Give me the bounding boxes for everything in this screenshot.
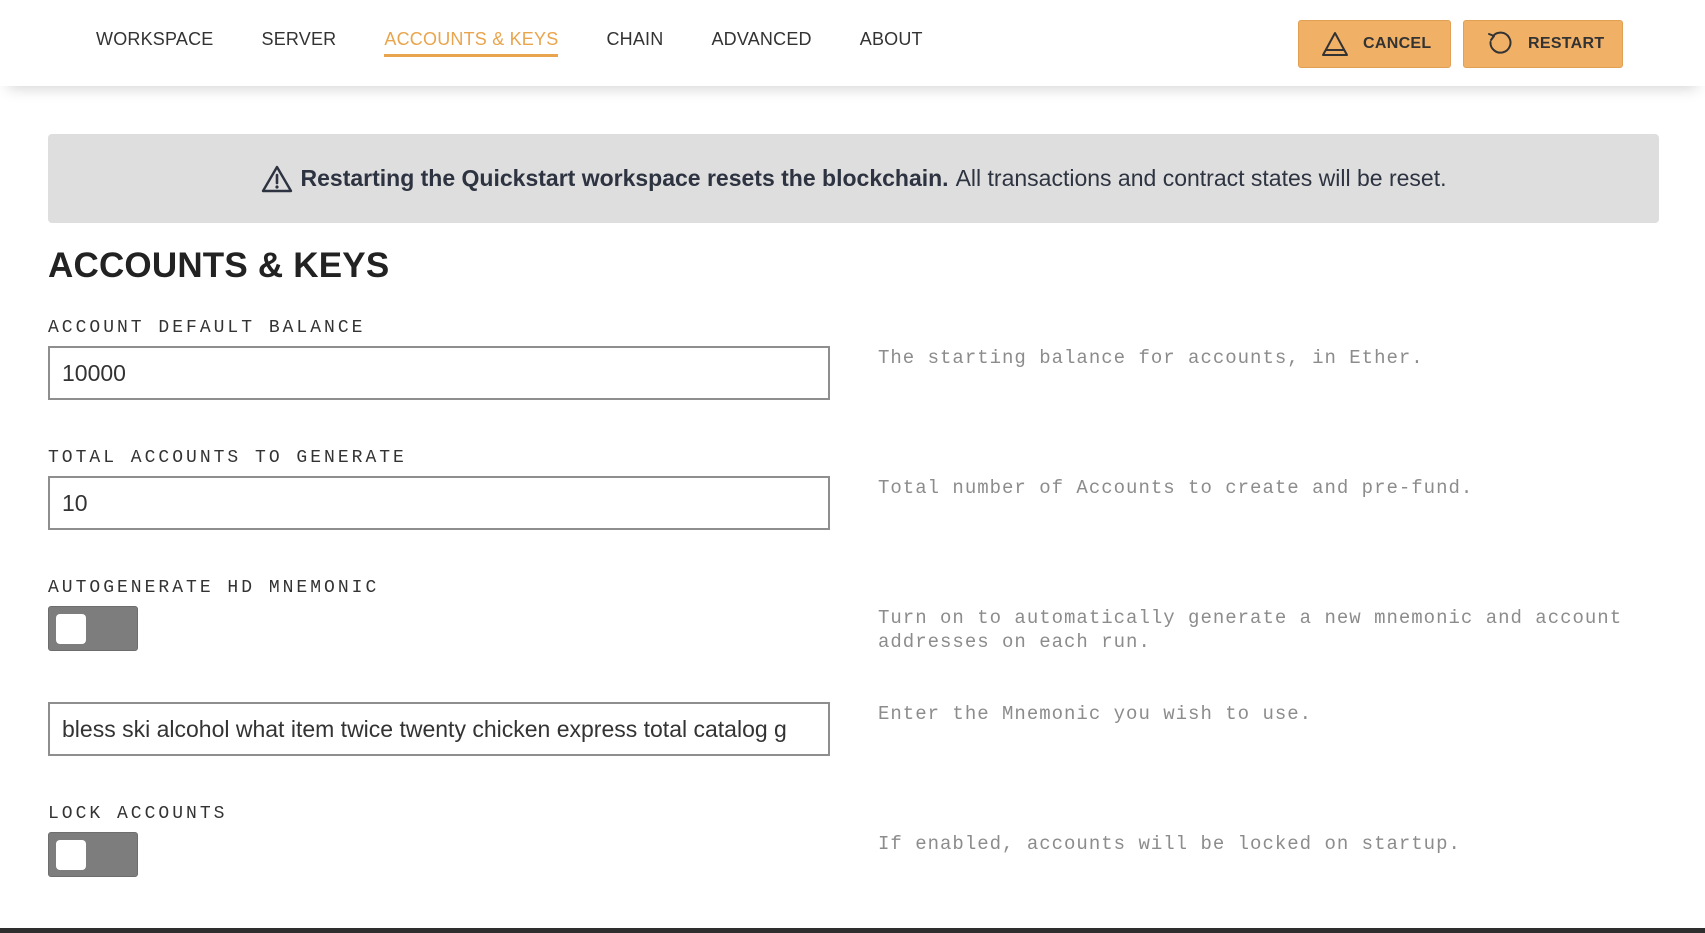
tab-chain[interactable]: CHAIN <box>606 29 663 57</box>
total-accounts-label: TOTAL ACCOUNTS TO GENERATE <box>48 448 407 468</box>
cancel-button[interactable]: CANCEL <box>1298 20 1451 68</box>
default-balance-help: The starting balance for accounts, in Et… <box>878 347 1424 369</box>
mnemonic-input[interactable]: bless ski alcohol what item twice twenty… <box>48 702 830 756</box>
warning-triangle-icon <box>1321 30 1349 58</box>
toggle-knob <box>56 614 86 644</box>
tab-accounts-keys[interactable]: ACCOUNTS & KEYS <box>384 29 559 57</box>
total-accounts-input[interactable]: 10 <box>48 476 830 530</box>
default-balance-input[interactable]: 10000 <box>48 346 830 400</box>
tab-workspace[interactable]: WORKSPACE <box>96 29 213 57</box>
tab-server[interactable]: SERVER <box>261 29 336 57</box>
settings-tabs: WORKSPACE SERVER ACCOUNTS & KEYS CHAIN A… <box>96 0 971 86</box>
tab-advanced[interactable]: ADVANCED <box>711 29 811 57</box>
banner-bold-text: Restarting the Quickstart workspace rese… <box>300 165 949 191</box>
autogenerate-mnemonic-toggle[interactable] <box>48 606 138 651</box>
mnemonic-help: Enter the Mnemonic you wish to use. <box>878 703 1313 725</box>
restart-icon <box>1486 30 1514 58</box>
toggle-knob <box>56 840 86 870</box>
total-accounts-help: Total number of Accounts to create and p… <box>878 477 1474 499</box>
tab-about[interactable]: ABOUT <box>860 29 923 57</box>
restart-button-label: RESTART <box>1528 35 1605 52</box>
cancel-button-label: CANCEL <box>1363 35 1432 52</box>
warning-triangle-icon <box>261 164 293 194</box>
status-bar <box>0 928 1705 933</box>
lock-accounts-toggle[interactable] <box>48 832 138 877</box>
default-balance-label: ACCOUNT DEFAULT BALANCE <box>48 318 366 338</box>
top-navigation-bar: WORKSPACE SERVER ACCOUNTS & KEYS CHAIN A… <box>0 0 1705 86</box>
autogenerate-mnemonic-label: AUTOGENERATE HD MNEMONIC <box>48 578 380 598</box>
lock-accounts-help: If enabled, accounts will be locked on s… <box>878 833 1461 855</box>
autogenerate-mnemonic-help: Turn on to automatically generate a new … <box>878 607 1623 653</box>
warning-banner: Restarting the Quickstart workspace rese… <box>48 134 1659 223</box>
banner-text: All transactions and contract states wil… <box>955 165 1447 191</box>
restart-button[interactable]: RESTART <box>1463 20 1623 68</box>
lock-accounts-label: LOCK ACCOUNTS <box>48 804 228 824</box>
page-title: ACCOUNTS & KEYS <box>48 246 390 285</box>
